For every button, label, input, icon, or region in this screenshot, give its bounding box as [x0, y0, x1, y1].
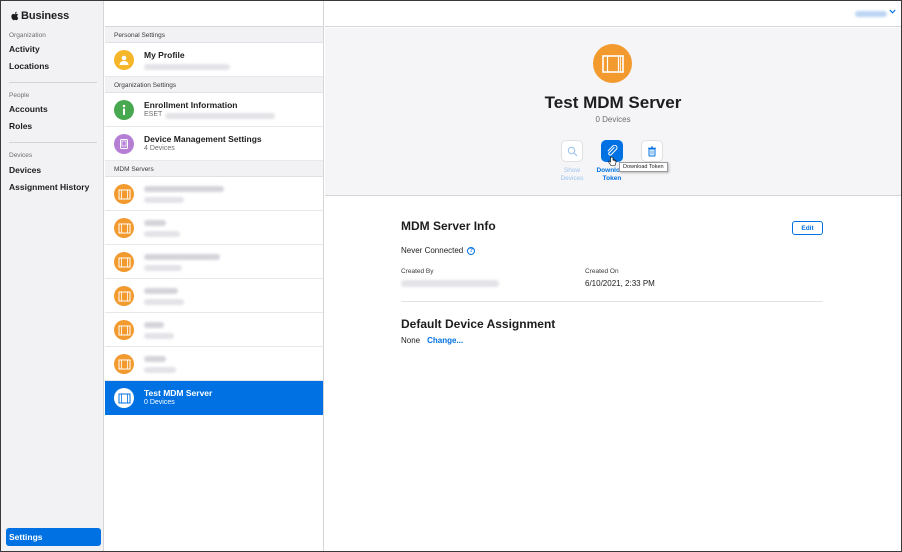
list-toolbar [105, 1, 323, 27]
device-icon [114, 134, 134, 154]
created-on-label: Created On [585, 268, 619, 275]
divider [401, 301, 823, 302]
detail-toolbar [325, 1, 901, 27]
settings-button[interactable]: Settings [6, 528, 101, 546]
brand-label: Business [21, 10, 70, 22]
nav-item-assignment-history[interactable]: Assignment History [9, 182, 89, 192]
section-title-default-assignment: Default Device Assignment [401, 317, 556, 331]
device-count: 0 Devices [595, 115, 631, 124]
nav-section-people: People [9, 92, 30, 99]
server-icon [114, 252, 134, 272]
settings-list: Personal Settings My Profile Organizatio… [105, 1, 324, 551]
nav-divider [9, 82, 97, 83]
section-header-mdm-servers: MDM Servers [105, 161, 323, 177]
list-item-mdm-server[interactable] [105, 211, 323, 245]
redacted-text [144, 288, 178, 294]
redacted-text [144, 231, 180, 237]
server-icon [114, 388, 134, 408]
list-item-title: Test MDM Server [144, 388, 213, 398]
server-icon [114, 184, 134, 204]
redacted-text [144, 64, 230, 70]
nav-item-locations[interactable]: Locations [9, 61, 49, 71]
brand: Business [10, 10, 69, 22]
nav-divider [9, 142, 97, 143]
list-item-subtitle: 0 Devices [144, 399, 175, 406]
list-item-enrollment-information[interactable]: Enrollment Information ESET [105, 93, 323, 127]
redacted-text [165, 113, 275, 119]
tooltip: Download Token [619, 162, 668, 172]
show-devices-button[interactable] [561, 140, 583, 162]
profile-icon [114, 50, 134, 70]
account-menu[interactable] [855, 11, 887, 17]
delete-server-button[interactable] [641, 140, 663, 162]
server-icon [114, 354, 134, 374]
change-link[interactable]: Change... [427, 336, 463, 345]
list-item-title: Device Management Settings [144, 134, 262, 144]
list-item-device-management-settings[interactable]: Device Management Settings 4 Devices [105, 127, 323, 161]
nav-item-devices[interactable]: Devices [9, 165, 41, 175]
list-item-mdm-server[interactable] [105, 347, 323, 381]
detail-pane: Test MDM Server 0 Devices Show Devices D… [325, 1, 901, 551]
redacted-text [144, 356, 166, 362]
trash-icon [648, 146, 656, 156]
list-item-title: Enrollment Information [144, 100, 238, 110]
sidebar-nav: Business Organization Activity Locations… [1, 1, 104, 551]
server-icon [114, 286, 134, 306]
apple-logo-icon [11, 11, 19, 21]
cursor-icon [608, 154, 617, 172]
redacted-text [144, 367, 176, 373]
server-icon [593, 44, 632, 83]
redacted-text [144, 322, 164, 328]
server-icon [114, 218, 134, 238]
page-title: Test MDM Server [544, 93, 682, 112]
nav-item-activity[interactable]: Activity [9, 44, 40, 54]
list-item-subtitle: 4 Devices [144, 145, 175, 152]
chevron-down-icon[interactable] [889, 9, 896, 16]
list-item-subtitle: ESET [144, 111, 163, 118]
nav-item-roles[interactable]: Roles [9, 121, 32, 131]
redacted-text [144, 197, 184, 203]
redacted-text [144, 186, 224, 192]
assignment-value: None [401, 336, 421, 345]
status-text: Never Connected [401, 246, 464, 255]
list-item-my-profile[interactable]: My Profile [105, 43, 323, 77]
list-item-test-mdm-server[interactable]: Test MDM Server 0 Devices [105, 381, 323, 415]
default-assignment: None Change... [401, 336, 463, 345]
edit-button[interactable]: Edit [792, 221, 823, 235]
section-header-organization: Organization Settings [105, 77, 323, 93]
redacted-text [144, 254, 220, 260]
info-icon [114, 100, 134, 120]
help-icon[interactable]: ? [467, 246, 476, 255]
redacted-text [401, 280, 499, 287]
section-title-server-info: MDM Server Info [401, 219, 496, 233]
nav-section-devices: Devices [9, 152, 33, 159]
redacted-text [144, 333, 174, 339]
search-icon [567, 146, 577, 156]
section-header-personal: Personal Settings [105, 27, 323, 43]
list-item-mdm-server[interactable] [105, 245, 323, 279]
created-by-label: Created By [401, 268, 434, 275]
list-item-mdm-server[interactable] [105, 279, 323, 313]
list-item-title: My Profile [144, 50, 185, 60]
server-info-section: MDM Server Info Edit Never Connected ? C… [401, 219, 823, 345]
redacted-text [144, 265, 182, 271]
redacted-text [144, 299, 184, 305]
server-icon [114, 320, 134, 340]
redacted-text [144, 220, 166, 226]
list-item-mdm-server[interactable] [105, 313, 323, 347]
server-header: Test MDM Server 0 Devices Show Devices D… [325, 28, 901, 196]
nav-item-accounts[interactable]: Accounts [9, 104, 48, 114]
show-devices-label: Show Devices [560, 167, 584, 182]
connection-status: Never Connected ? [401, 246, 476, 255]
list-item-mdm-server[interactable] [105, 177, 323, 211]
nav-section-organization: Organization [9, 32, 46, 39]
created-on-value: 6/10/2021, 2:33 PM [585, 279, 655, 288]
